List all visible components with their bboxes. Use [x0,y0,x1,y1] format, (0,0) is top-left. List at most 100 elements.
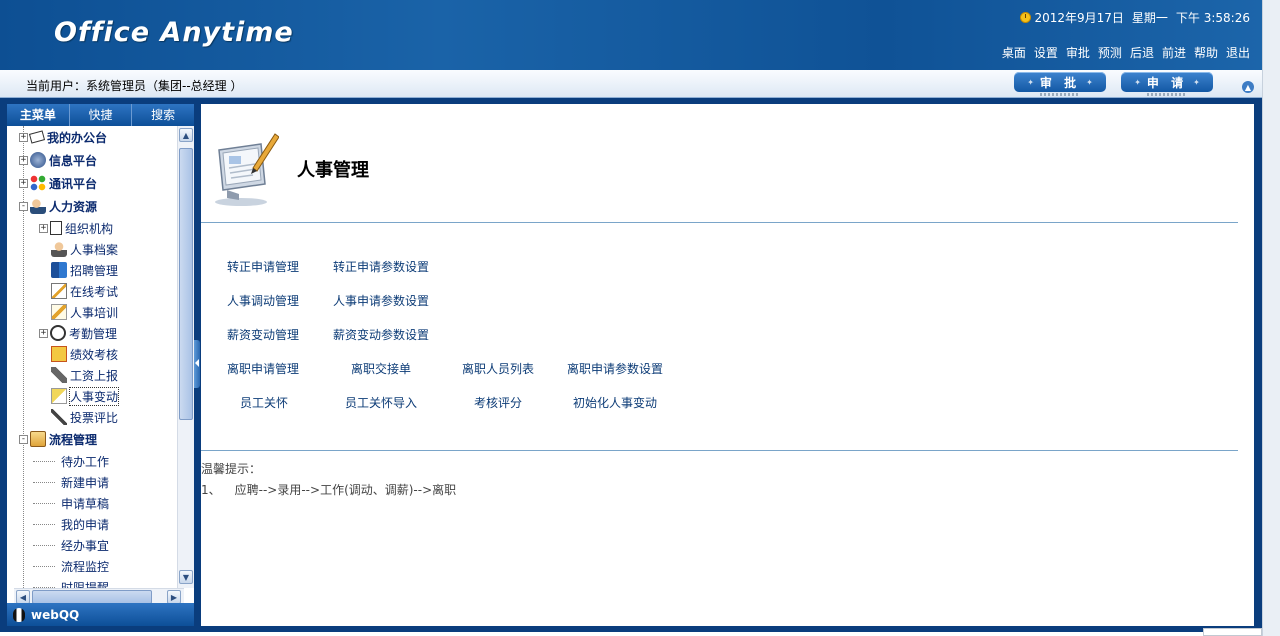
link-handover-form[interactable]: 离职交接单 [351,360,411,377]
expand-icon[interactable]: + [39,328,48,338]
tree-node-monitor[interactable]: 流程监控 [33,556,109,576]
link-resignation-management[interactable]: 离职申请管理 [227,360,299,377]
link-row: 员工关怀 员工关怀导入 考核评分 初始化人事变动 [201,394,721,412]
nav-back[interactable]: 后退 [1130,44,1154,61]
nav-forecast[interactable]: 预测 [1098,44,1122,61]
collapse-icon[interactable]: - [19,201,28,211]
link-salary-change-settings[interactable]: 薪资变动参数设置 [333,326,429,343]
link-salary-change-management[interactable]: 薪资变动管理 [227,326,299,343]
tab-shortcuts[interactable]: 快捷 [68,104,132,126]
tree-node-wage-report[interactable]: 工资上报 [51,365,118,385]
tree-node-label: 通讯平台 [49,176,98,191]
user-bar: 当前用户：系统管理员（集团--总经理 ） ✦ 审 批 ✦ ✦ 申 请 ✦ ▲ [0,70,1262,98]
tree-node-workflow[interactable]: - 流程管理 [19,429,97,449]
vote-icon [51,409,67,425]
tree-node-online-exam[interactable]: 在线考试 [51,281,118,301]
tree-vertical-scrollbar[interactable]: ▲ ▼ [177,126,194,588]
workflow-icon [30,431,46,447]
webqq-button[interactable]: webQQ [7,603,194,626]
expand-icon[interactable]: + [19,178,28,188]
tab-search[interactable]: 搜索 [131,104,194,126]
dot-icon: ✦ [1086,77,1093,87]
sidebar: 主菜单 快捷 搜索 + 我的办公台 + 信息平台 + 通讯平台 - 人力资源 + [7,104,194,626]
tree-node-attendance[interactable]: + 考勤管理 [39,323,117,343]
nav-forward[interactable]: 前进 [1162,44,1186,61]
scroll-right-icon[interactable]: ▶ [167,590,181,604]
scroll-up-icon[interactable]: ▲ [179,128,193,142]
tree-node-recruitment[interactable]: 招聘管理 [51,260,118,280]
clock: 2012年9月17日 星期一 下午 3:58:26 [1020,9,1250,26]
apply-button[interactable]: ✦ 申 请 ✦ [1121,72,1213,92]
communication-icon [30,175,46,191]
expand-icon[interactable]: + [19,155,28,165]
approve-button[interactable]: ✦ 审 批 ✦ [1014,72,1106,92]
tree-node-label: 在线考试 [70,284,119,299]
sidebar-collapse-handle[interactable] [194,340,200,388]
collapse-header-icon[interactable]: ▲ [1242,81,1254,93]
tree-node-personnel-files[interactable]: 人事档案 [51,239,118,259]
tree-node-voting[interactable]: 投票评比 [51,407,118,427]
page-title: 人事管理 [297,160,369,181]
tree-node-personnel-change[interactable]: 人事变动 [51,386,120,406]
link-transfer-management[interactable]: 人事调动管理 [227,292,299,309]
nav-logout[interactable]: 退出 [1226,44,1250,61]
expand-icon[interactable]: + [19,132,28,142]
tree-node-label: 人力资源 [49,199,98,214]
tree-node-performance[interactable]: 绩效考核 [51,344,118,364]
tree-node-communication[interactable]: + 通讯平台 [19,173,97,193]
tree-node-hr[interactable]: - 人力资源 [19,196,97,216]
link-employee-care-import[interactable]: 员工关怀导入 [345,394,417,411]
tree-node-drafts[interactable]: 申请草稿 [33,493,109,513]
link-employee-care[interactable]: 员工关怀 [240,394,288,411]
clock-weekday: 星期一 [1131,11,1168,25]
link-assessment-scoring[interactable]: 考核评分 [474,394,522,411]
tab-main-menu[interactable]: 主菜单 [7,104,69,126]
link-initialize-personnel-change[interactable]: 初始化人事变动 [573,394,657,411]
clock-icon [50,325,66,341]
scroll-down-icon[interactable]: ▼ [179,570,193,584]
app-logo: Office Anytime [54,17,294,48]
link-regularization-management[interactable]: 转正申请管理 [227,258,299,275]
link-row: 转正申请管理 转正申请参数设置 [201,258,721,276]
current-user-label: 当前用户：系统管理员（集团--总经理 ） [26,79,243,93]
tree-node-org[interactable]: + 组织机构 [39,218,113,238]
training-icon [51,304,67,320]
tree-node-info-platform[interactable]: + 信息平台 [19,150,97,170]
tree-node-label: 待办工作 [61,454,110,469]
tree-node-my-requests[interactable]: 我的申请 [33,514,109,534]
nav-approve[interactable]: 审批 [1066,44,1090,61]
expand-icon[interactable]: + [39,223,48,233]
link-row: 离职申请管理 离职交接单 离职人员列表 离职申请参数设置 [201,360,721,378]
tree-node-label: 信息平台 [49,153,98,168]
window-scrollbar-strip [1262,0,1280,636]
tree-node-my-office[interactable]: + 我的办公台 [19,127,107,147]
tree-node-todo[interactable]: 待办工作 [33,451,109,471]
link-resigned-list[interactable]: 离职人员列表 [462,360,534,377]
scroll-thumb[interactable] [179,148,193,420]
collapse-icon[interactable]: - [19,434,28,444]
dot-icon: ✦ [1027,77,1034,87]
tree-node-label: 申请草稿 [61,496,110,511]
tree-node-label: 经办事宜 [61,538,110,553]
tree-connector [33,523,55,525]
app-header: Office Anytime 2012年9月17日 星期一 下午 3:58:26… [0,0,1262,70]
link-row: 人事调动管理 人事申请参数设置 [201,292,721,310]
org-icon [50,221,62,235]
tree-node-training[interactable]: 人事培训 [51,302,118,322]
tree-node-reminder[interactable]: 时限提醒 [33,577,109,588]
nav-settings[interactable]: 设置 [1034,44,1058,61]
link-regularization-settings[interactable]: 转正申请参数设置 [333,258,429,275]
link-resignation-settings[interactable]: 离职申请参数设置 [567,360,663,377]
tree-connector [33,544,55,546]
link-personnel-request-settings[interactable]: 人事申请参数设置 [333,292,429,309]
nav-help[interactable]: 帮助 [1194,44,1218,61]
tree-node-new-request[interactable]: 新建申请 [33,472,109,492]
tip-number: 1、 [201,483,221,497]
qq-penguin-icon [13,607,25,622]
scroll-thumb[interactable] [32,590,152,604]
hr-management-icon [215,133,279,206]
wage-icon [51,367,67,383]
nav-desktop[interactable]: 桌面 [1002,44,1026,61]
scroll-left-icon[interactable]: ◀ [16,590,30,604]
tree-node-handled[interactable]: 经办事宜 [33,535,109,555]
